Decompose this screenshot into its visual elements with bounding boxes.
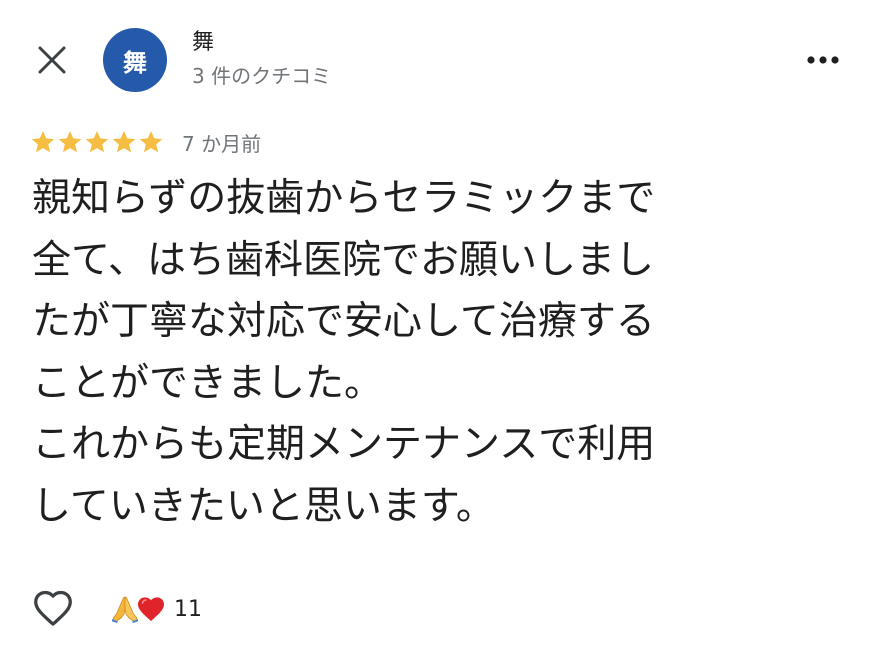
author-name[interactable]: 舞 (192, 28, 214, 58)
like-button[interactable] (26, 584, 80, 632)
red-heart-icon (138, 597, 164, 621)
review-text-line: たが丁寧な対応で安心して治療する (32, 299, 655, 344)
rating-row: 7 か月前 (30, 126, 261, 158)
more-horizontal-icon (807, 56, 839, 64)
heart-outline-icon (34, 590, 72, 626)
reaction-count: 11 (174, 596, 202, 622)
more-options-button[interactable] (800, 40, 846, 80)
review-text-line: ことができました。 (32, 360, 384, 406)
close-icon (38, 46, 66, 74)
review-date: 7 か月前 (182, 131, 262, 156)
avatar-initial: 舞 (123, 48, 147, 77)
review-text-line: これからも定期メンテナンスで利用 (32, 422, 656, 467)
review-text: 親知らずの抜歯からセラミックまで 全て、はち歯科医院でお願いしまし たが丁寧な対… (32, 168, 842, 537)
star-rating (30, 129, 165, 155)
review-text-line: 親知らずの抜歯からセラミックまで (32, 176, 656, 221)
review-text-line: 全て、はち歯科医院でお願いしまし (32, 237, 655, 283)
star-icon (112, 130, 136, 153)
star-icon (85, 130, 109, 153)
reactions-summary[interactable]: 11 (110, 590, 202, 628)
avatar[interactable]: 舞 (103, 28, 167, 92)
star-icon (139, 130, 163, 153)
star-icon (31, 130, 55, 153)
review-text-line: していきたいと思います。 (32, 483, 495, 529)
star-icon (58, 130, 82, 153)
review-count[interactable]: 3 件のクチコミ (192, 62, 331, 90)
close-button[interactable] (30, 38, 74, 82)
